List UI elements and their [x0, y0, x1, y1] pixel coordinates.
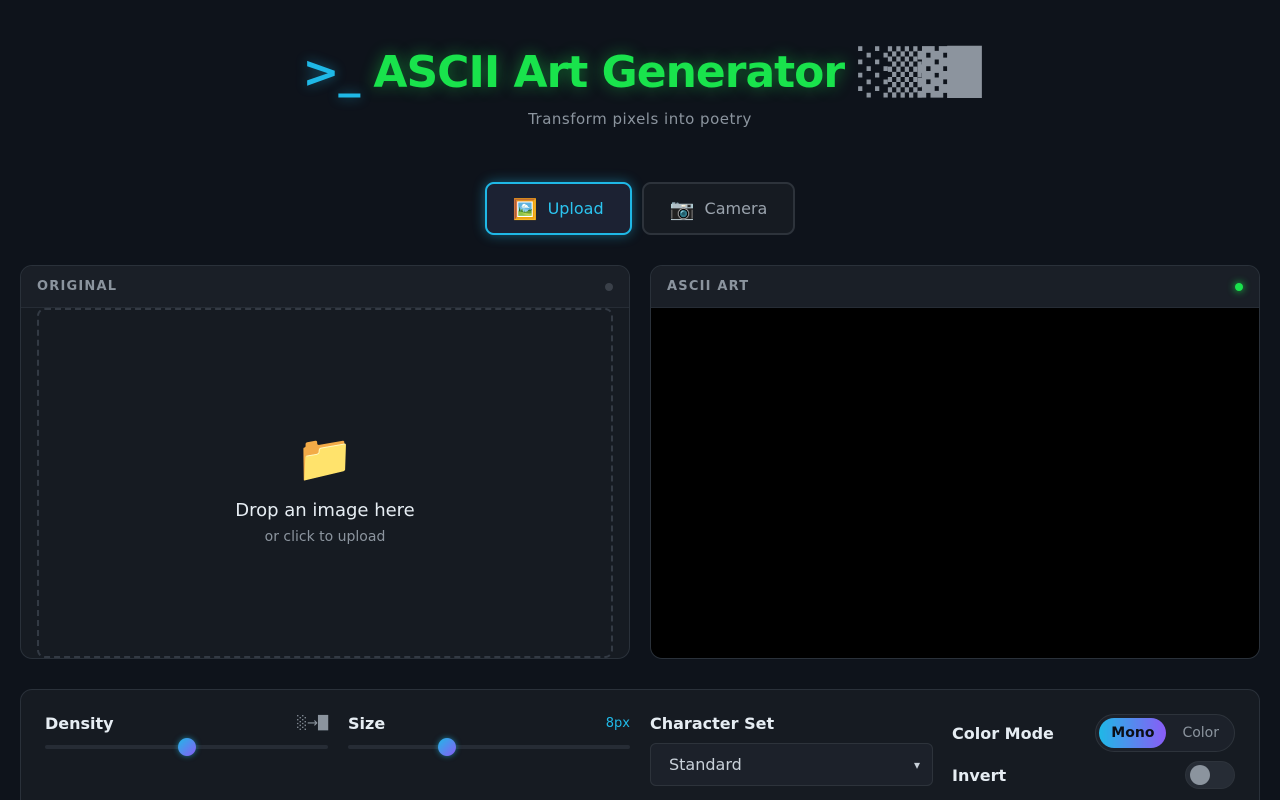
upload-mode-label: Upload [547, 199, 604, 218]
ascii-panel-title: ASCII ART [667, 279, 750, 294]
subtitle: Transform pixels into poetry [528, 110, 752, 128]
ascii-status-dot [1235, 282, 1243, 291]
folder-icon: 📁 [296, 431, 354, 485]
charset-selected: Standard [669, 755, 742, 774]
invert-knob [1190, 765, 1210, 785]
size-value: 8px [605, 716, 630, 731]
charset-select[interactable]: Standard ▾ [650, 743, 933, 786]
dropzone-hint: or click to upload [264, 529, 386, 545]
ascii-output [651, 308, 1259, 658]
size-track [348, 745, 630, 749]
camera-icon: 📷 [669, 196, 695, 221]
original-panel: ORIGINAL 📁 Drop an image here or click t… [20, 265, 630, 659]
image-dropzone[interactable]: 📁 Drop an image here or click to upload [37, 308, 613, 658]
framed-picture-icon: 🖼️ [512, 196, 538, 221]
size-label: Size [348, 714, 386, 733]
original-status-dot [605, 282, 613, 291]
size-slider[interactable] [348, 737, 630, 757]
color-option[interactable]: Color [1170, 718, 1231, 748]
color-mode-label: Color Mode [952, 723, 1054, 743]
density-label: Density [45, 714, 114, 733]
app-header: >_ ASCII Art Generator ░▒▓█ Transform pi… [0, 44, 1280, 129]
original-panel-header: ORIGINAL [21, 266, 629, 308]
title-text: ASCII Art Generator [373, 46, 845, 98]
ascii-panel-header: ASCII ART [651, 266, 1259, 308]
input-mode-switcher: 🖼️ Upload 📷 Camera [0, 182, 1280, 235]
density-hint: ░→█ [297, 716, 328, 731]
mono-option[interactable]: Mono [1099, 718, 1167, 748]
upload-mode-button[interactable]: 🖼️ Upload [484, 182, 632, 235]
invert-label: Invert [952, 765, 1007, 785]
charset-label: Character Set [650, 714, 775, 733]
app-title: >_ ASCII Art Generator ░▒▓█ [302, 44, 982, 100]
color-mode-control: Color Mode Mono Color Invert [952, 714, 1235, 789]
size-control: Size 8px [348, 714, 630, 757]
chevron-down-icon: ▾ [913, 757, 920, 772]
ascii-panel: ASCII ART [650, 265, 1260, 659]
shade-blocks-icon: ░▒▓█ [858, 46, 981, 98]
controls-panel: Density ░→█ Size 8px Character Set Stand… [20, 689, 1260, 800]
prompt-icon: >_ [302, 46, 361, 98]
dropzone-title: Drop an image here [235, 500, 415, 521]
invert-toggle[interactable] [1185, 761, 1235, 789]
original-panel-title: ORIGINAL [37, 279, 118, 294]
camera-mode-button[interactable]: 📷 Camera [641, 182, 796, 235]
size-thumb[interactable] [437, 738, 456, 756]
density-slider[interactable] [45, 737, 328, 757]
density-thumb[interactable] [177, 738, 196, 756]
color-mode-toggle: Mono Color [1095, 714, 1235, 752]
charset-control: Character Set Standard ▾ [650, 714, 933, 786]
density-control: Density ░→█ [45, 714, 328, 757]
camera-mode-label: Camera [704, 199, 768, 218]
